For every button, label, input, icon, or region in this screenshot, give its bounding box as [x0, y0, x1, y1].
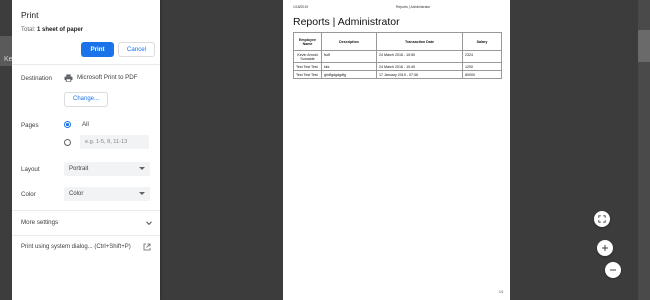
column-header: Description	[321, 32, 377, 51]
chevron-down-icon[interactable]	[145, 219, 153, 227]
pages-custom-radio[interactable]	[64, 139, 71, 146]
destination-label: Destination	[21, 75, 52, 82]
table-cell: 80000	[462, 70, 502, 79]
minus-icon	[610, 269, 616, 271]
sheet-total: Total: 1 sheet of paper	[21, 27, 83, 33]
table-cell: kkk	[321, 62, 377, 71]
open-external-icon[interactable]	[143, 243, 151, 251]
table-row: Test Test Test ghdfgdgdgdfg 17 January 2…	[293, 70, 502, 79]
header-date: 1/18/2019	[293, 5, 309, 9]
table-header-row: Employee Name Description Transaction Da…	[293, 32, 502, 51]
divider	[12, 64, 160, 65]
table-cell: fsdf	[321, 50, 377, 63]
color-value: Color	[69, 191, 84, 197]
fit-to-page-button[interactable]	[594, 211, 610, 227]
table-cell: Kevin Arnold Sumalde	[293, 50, 322, 63]
print-button[interactable]: Print	[81, 42, 114, 57]
header-title: Reports | Administrator	[396, 5, 431, 9]
table-row: Test Test Test kkk 24 March 2016 - 10:40…	[293, 62, 502, 71]
pages-all-radio[interactable]	[64, 121, 71, 128]
layout-select[interactable]: Portrait	[64, 162, 150, 176]
table-cell: Test Test Test	[293, 62, 322, 71]
print-preview-page: 1/18/2019 Reports | Administrator Report…	[283, 0, 510, 300]
cancel-button[interactable]: Cancel	[118, 42, 155, 57]
color-label: Color	[21, 191, 36, 198]
table-cell: 24 March 2016 - 10:50	[376, 50, 463, 63]
column-header: Salary	[462, 32, 502, 51]
table-cell: ghdfgdgdgdfg	[321, 70, 377, 79]
destination-value: Microsoft Print to PDF	[77, 74, 138, 81]
printer-icon	[64, 74, 73, 82]
zoom-out-button[interactable]	[605, 262, 621, 278]
pages-all-label: All	[82, 121, 89, 128]
layout-label: Layout	[21, 166, 40, 173]
pages-label: Pages	[21, 122, 39, 129]
total-value: 1 sheet of paper	[37, 27, 84, 33]
total-label: Total:	[21, 27, 36, 33]
pages-custom-input[interactable]: e.g. 1-5, 8, 11-13	[80, 135, 149, 149]
table-cell: 2324	[462, 50, 502, 63]
background-header-band-right	[638, 30, 650, 62]
dropdown-caret-icon	[139, 167, 145, 170]
divider	[12, 235, 160, 236]
report-title: Reports | Administrator	[293, 16, 400, 28]
print-settings-panel: Print Total: 1 sheet of paper Print Canc…	[12, 0, 160, 300]
plus-icon	[602, 245, 608, 251]
column-header: Transaction Date	[376, 32, 463, 51]
layout-value: Portrait	[69, 166, 89, 172]
divider	[12, 210, 160, 211]
system-dialog-link[interactable]: Print using system dialog... (Ctrl+Shift…	[21, 244, 131, 250]
page-number: 1/1	[499, 290, 504, 294]
fit-to-page-icon	[598, 215, 606, 223]
panel-title: Print	[21, 10, 39, 20]
change-destination-button[interactable]: Change...	[64, 92, 108, 107]
column-header: Employee Name	[293, 32, 322, 51]
table-cell: Test Test Test	[293, 70, 322, 79]
table-row: Kevin Arnold Sumalde fsdf 24 March 2016 …	[293, 50, 502, 63]
dropdown-caret-icon	[139, 192, 145, 195]
zoom-in-button[interactable]	[597, 240, 613, 256]
report-table: Employee Name Description Transaction Da…	[293, 32, 502, 79]
table-cell: 17 January 2019 - 07:36	[376, 70, 463, 79]
table-cell: 24 March 2016 - 10:40	[376, 62, 463, 71]
background-right-strip	[638, 0, 650, 300]
color-select[interactable]: Color	[64, 187, 150, 201]
more-settings-toggle[interactable]: More settings	[21, 219, 58, 226]
background-app-strip: Ke	[0, 0, 13, 300]
table-cell: 1200	[462, 62, 502, 71]
